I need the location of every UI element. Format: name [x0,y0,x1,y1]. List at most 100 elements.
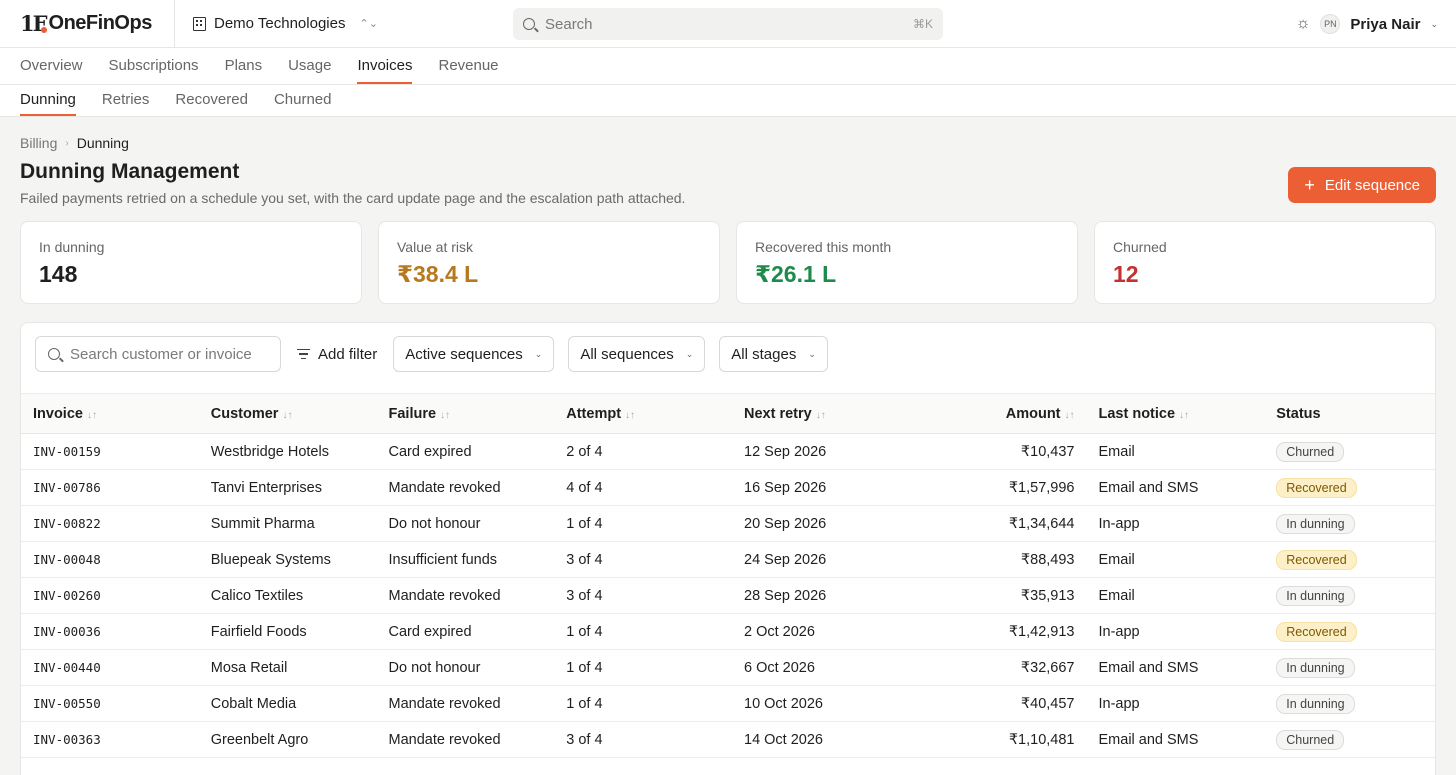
kpi-label: Value at risk [397,239,473,255]
page-subtitle: Failed payments retried on a schedule yo… [20,190,686,206]
table-row[interactable]: INV-00786 Tanvi Enterprises Mandate revoke… [21,469,1435,506]
org-name: Demo Technologies [214,15,346,32]
table-cell: In dunning [1264,685,1435,722]
column-header-label: Next retry [744,405,812,422]
table-cell: Recovered [1264,469,1435,506]
edit-sequence-button[interactable]: + Edit sequence [1288,167,1436,203]
table-cell: Email [1086,577,1265,614]
column-header[interactable]: Attempt ↓↑ [554,393,732,434]
column-header-label: Failure [388,405,437,422]
theme-toggle-icon[interactable]: ☼ [1296,15,1311,33]
table-cell: INV-00822 [21,505,199,542]
table-cell: In-app [1086,685,1265,722]
table-cell: 1 of 4 [554,649,732,686]
building-icon [193,16,206,31]
column-header[interactable]: Invoice ↓↑ [21,393,199,434]
user-menu-chevron-icon[interactable]: ⌄ [1430,19,1438,30]
subtab-churned[interactable]: Churned [274,85,332,116]
table-row[interactable]: INV-00822 Summit Pharma Do not honour 1 of … [21,505,1435,542]
tab-plans[interactable]: Plans [225,48,263,84]
table-cell: Mandate revoked [376,685,555,722]
kpi-value: 148 [39,261,78,287]
table-row[interactable]: INV-00036 Fairfield Foods Card expired 1 of… [21,613,1435,650]
subtab-dunning[interactable]: Dunning [20,85,76,116]
table-cell: ₹10,437 [909,433,1087,470]
breadcrumb-parent[interactable]: Billing [20,135,57,151]
sort-icon[interactable]: ↓↑ [625,410,635,421]
sort-icon[interactable]: ↓↑ [1179,410,1189,421]
table-cell: Mandate revoked [376,469,555,506]
filter-select[interactable]: Active sequences ⌄ [393,336,555,372]
status-badge: Recovered [1276,621,1357,642]
subtab-recovered[interactable]: Recovered [175,85,248,116]
main-nav: Overview Subscriptions Plans Usage Invoices R… [0,48,1456,85]
search-icon [48,348,60,360]
column-header-label: Last notice [1098,405,1176,422]
table-row[interactable]: INV-00159 Westbridge Hotels Card expired 2 … [21,433,1435,470]
table-cell: 1 of 4 [554,505,732,542]
table-cell: Greenbelt Agro [198,721,377,758]
tab-revenue[interactable]: Revenue [438,48,498,84]
sort-icon[interactable]: ↓↑ [1065,410,1075,421]
tab-usage[interactable]: Usage [288,48,331,84]
column-header-label: Amount [1005,405,1061,422]
table-cell: Email [1086,433,1265,470]
user-name[interactable]: Priya Nair [1350,16,1420,33]
table-cell: Email and SMS [1086,721,1265,758]
table-cell: Churned [1264,433,1435,470]
sort-icon[interactable]: ↓↑ [816,410,826,421]
status-badge: In dunning [1276,693,1355,714]
table-row[interactable]: INV-00550 Cobalt Media Mandate revoked 1 of… [21,685,1435,722]
table-cell: In-app [1086,613,1265,650]
sort-icon[interactable]: ↓↑ [282,410,292,421]
logo-mark: 1F [20,11,47,36]
table-cell: ₹40,457 [909,685,1087,722]
kpi-label: Recovered this month [755,239,892,255]
kpi-label: Churned [1113,239,1167,255]
table-cell: ₹1,42,913 [909,613,1087,650]
table-row[interactable]: INV-00440 Mosa Retail Do not honour 1 of 46… [21,649,1435,686]
add-filter-button[interactable]: Add filter [295,346,379,363]
kpi-value: ₹38.4 L [397,261,479,287]
filter-select[interactable]: All stages ⌄ [719,336,828,372]
filter-icon [297,348,310,360]
table-row[interactable]: INV-00260 Calico Textiles Mandate revoked 3… [21,577,1435,614]
table-cell: Summit Pharma [198,505,377,542]
column-header[interactable]: Status [1264,393,1435,434]
global-search[interactable]: Search ⌘K [513,8,943,40]
table-cell: 14 Oct 2026 [732,721,910,758]
column-header[interactable]: Amount ↓↑ [909,393,1087,434]
table-search-input[interactable]: Search customer or invoice [35,336,281,372]
tab-subscriptions[interactable]: Subscriptions [109,48,199,84]
table-cell: Email [1086,541,1265,578]
table-cell: INV-00260 [21,577,199,614]
table-row[interactable]: INV-00363 Greenbelt Agro Mandate revoked 3 … [21,721,1435,758]
column-header[interactable]: Customer ↓↑ [198,393,377,434]
table-cell: INV-00786 [21,469,199,506]
tab-invoices[interactable]: Invoices [357,48,413,84]
sort-icon[interactable]: ↓↑ [440,410,450,421]
tab-overview[interactable]: Overview [20,48,83,84]
table-cell: INV-00036 [21,613,199,650]
chevron-down-icon: ⌄ [808,348,816,359]
logo[interactable]: 1F OneFinOps [0,0,175,48]
kpi-card: Churned 12 [1094,221,1436,304]
avatar[interactable]: PN [1320,14,1341,34]
column-header[interactable]: Failure ↓↑ [376,393,555,434]
top-bar: 1F OneFinOps Demo Technologies ⌃⌄ Search… [0,0,1456,48]
table-row[interactable]: INV-00048 Bluepeak Systems Insufficient fu… [21,541,1435,578]
status-badge: In dunning [1276,585,1355,606]
kpi-label: In dunning [39,239,105,255]
table-cell: Recovered [1264,541,1435,578]
column-header[interactable]: Next retry ↓↑ [732,393,910,434]
filter-select-value: Active sequences [405,345,523,363]
table-cell: ₹32,667 [909,649,1087,686]
filter-select[interactable]: All sequences ⌄ [568,336,706,372]
page-title: Dunning Management [20,160,240,183]
org-switcher[interactable]: Demo Technologies ⌃⌄ [175,15,378,32]
table-cell: Churned [1264,721,1435,758]
subtab-retries[interactable]: Retries [102,85,150,116]
column-header[interactable]: Last notice ↓↑ [1086,393,1265,434]
sort-icon[interactable]: ↓↑ [87,410,97,421]
search-placeholder: Search [545,15,593,33]
